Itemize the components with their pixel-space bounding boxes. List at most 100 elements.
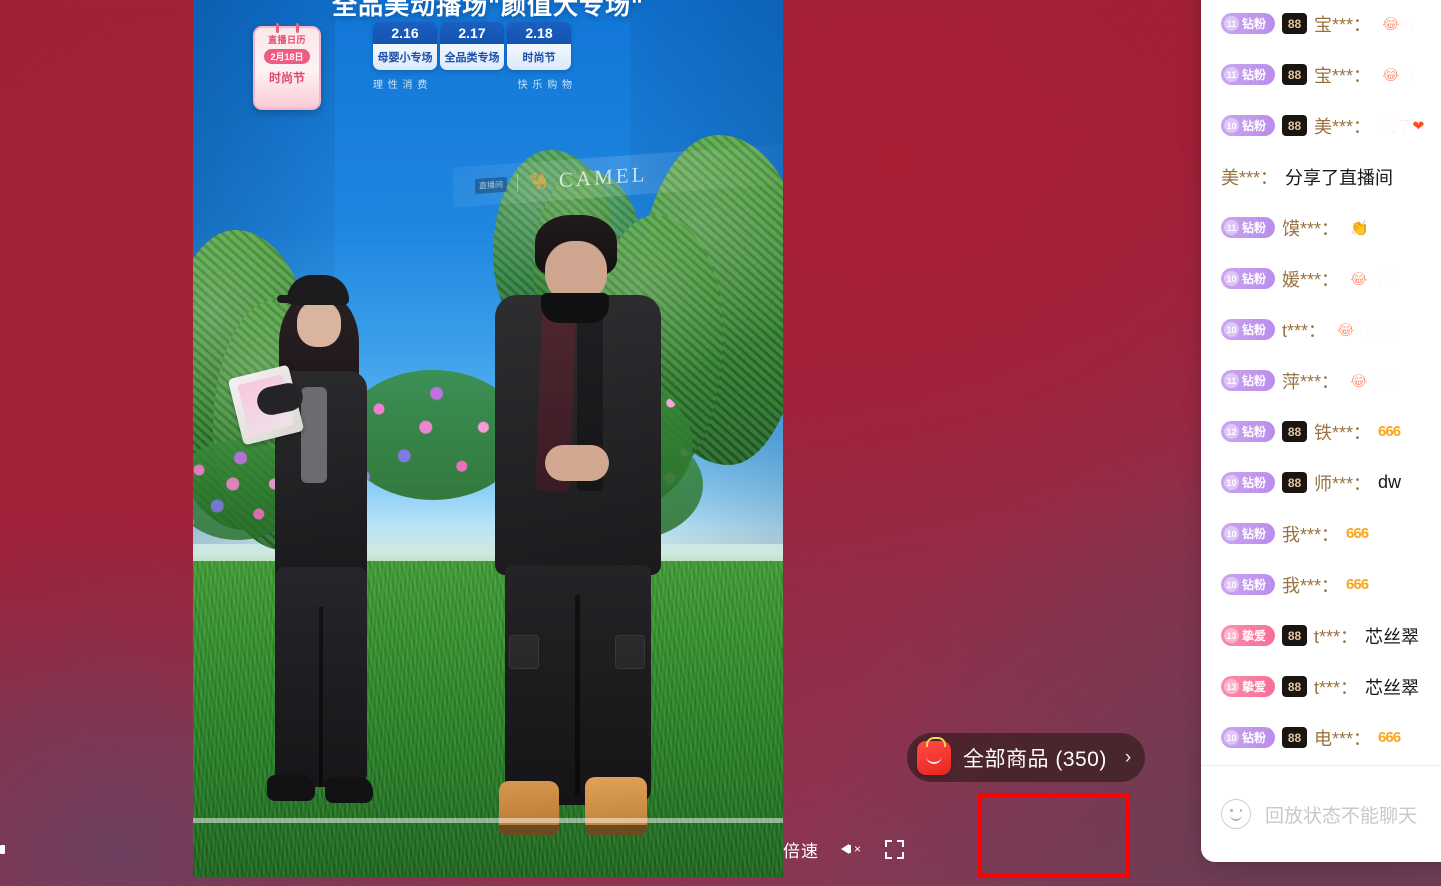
chat-message-row: 10 钻粉 88 美***： 爱了❤ [1221, 100, 1441, 151]
fan-level-number: 10 [1224, 118, 1239, 133]
chat-message-row: 11 钻粉 88 宝***： 😂哈 [1221, 0, 1441, 49]
playback-speed-button[interactable]: 倍速 [783, 837, 819, 862]
chat-username[interactable]: 宝***： [1314, 62, 1371, 88]
fan-level-number: 11 [1224, 373, 1239, 388]
video-seek-progress [193, 818, 783, 823]
live-chat-panel[interactable]: 11 钻粉 88 宝***： 😂哈 11 钻粉 88 宝***： 😂哈 10 钻粉 88 美***： 爱了❤… [1201, 0, 1441, 862]
slogan-left: 理 性 消 费 [373, 80, 429, 91]
chat-username[interactable]: 铁***： [1314, 419, 1371, 445]
schedule-name: 时尚节 [507, 44, 571, 70]
chat-message-list[interactable]: 11 钻粉 88 宝***： 😂哈 11 钻粉 88 宝***： 😂哈 10 钻粉 88 美***： 爱了❤… [1201, 0, 1441, 765]
fan-badge-label: 钻粉 [1242, 527, 1267, 541]
fullscreen-icon[interactable] [885, 839, 904, 859]
chat-message-text: 分享了直播间 [1285, 167, 1394, 188]
chat-username[interactable]: 美***： [1314, 113, 1371, 139]
schedule-date: 2.17 [440, 22, 504, 44]
vip-88-badge: 88 [1282, 472, 1308, 493]
fan-badge-label: 钻粉 [1242, 425, 1267, 439]
chat-message-text: 666 [1346, 576, 1369, 593]
calendar-rings-icon [255, 23, 319, 33]
chat-username[interactable]: 电***： [1314, 725, 1371, 751]
fan-badge-label: 钻粉 [1242, 68, 1267, 82]
stage-headline: 全品美动播场"颜值大专场" [332, 0, 644, 20]
chat-username[interactable]: t***： [1282, 317, 1326, 343]
fan-badge-diamond: 10 钻粉 [1221, 523, 1276, 544]
host-pocket [615, 635, 645, 669]
chat-username[interactable]: 师***： [1314, 470, 1371, 496]
chat-message-text: dw [1378, 472, 1402, 492]
fan-badge-diamond: 11 钻粉 [1221, 64, 1276, 85]
fan-badge-label: 钻粉 [1242, 374, 1267, 388]
fan-badge-diamond: 10 钻粉 [1221, 472, 1276, 493]
chat-message-row: 10 钻粉 88 师***： dw [1221, 457, 1441, 508]
fan-level-number: 10 [1224, 730, 1239, 745]
chat-message-row: 10 钻粉 我***： 666 [1221, 508, 1441, 559]
brand-name: CAMEL [558, 161, 648, 192]
chat-message-row: 11 钻粉 萍***： 😂哈哈 [1221, 355, 1441, 406]
chat-message-text: 😂哈 [1382, 16, 1415, 34]
chat-username[interactable]: 馍***： [1282, 215, 1339, 241]
host-pocket [509, 635, 539, 669]
chat-input-bar[interactable]: 回放状态不能聊天 [1201, 766, 1441, 862]
chat-username[interactable]: 宝***： [1314, 11, 1371, 37]
host-cap [277, 275, 349, 305]
schedule-date: 2.18 [507, 22, 571, 44]
fan-badge-diamond: 10 钻粉 [1221, 115, 1276, 136]
camel-logo-icon: 🐪 [528, 172, 549, 192]
chat-message-text: 666 [1346, 525, 1369, 542]
fan-badge-love: 13 挚爱 [1221, 625, 1276, 646]
chat-message-text: 芯丝翠 [1365, 677, 1420, 698]
fan-badge-diamond: 11 钻粉 [1221, 13, 1276, 34]
chat-message-text: 芯丝翠 [1365, 626, 1420, 647]
fan-badge-diamond: 10 钻粉 [1221, 268, 1276, 289]
all-products-button[interactable]: 全部商品 (350) › [907, 733, 1146, 782]
calendar-date: 2月18日 [264, 49, 310, 64]
fan-badge-label: 钻粉 [1242, 119, 1267, 133]
chat-username[interactable]: 我***： [1282, 572, 1339, 598]
fan-badge-diamond: 10 钻粉 [1221, 727, 1276, 748]
fan-level-number: 10 [1224, 577, 1239, 592]
vip-88-badge: 88 [1282, 676, 1308, 697]
chat-input-placeholder[interactable]: 回放状态不能聊天 [1265, 801, 1417, 828]
schedule-name: 全品类专场 [440, 44, 504, 70]
fan-badge-label: 挚爱 [1242, 680, 1267, 694]
fan-badge-label: 钻粉 [1242, 272, 1267, 286]
all-products-label: 全部商品 (350) [963, 747, 1107, 771]
video-player[interactable]: 直播间 🐪 CAMEL 全品美动播场"颜值大专场" 直播日历 2月18日 时尚节… [193, 0, 783, 877]
fan-level-number: 10 [1224, 322, 1239, 337]
chat-username[interactable]: 我***： [1282, 521, 1339, 547]
vip-88-badge: 88 [1282, 727, 1308, 748]
video-seek-bar[interactable] [193, 818, 783, 823]
volume-muted-icon[interactable]: × [841, 840, 863, 858]
vip-88-badge: 88 [1282, 13, 1308, 34]
chat-username[interactable]: 媛***： [1282, 266, 1339, 292]
fan-badge-label: 钻粉 [1242, 17, 1267, 31]
chat-message-text: 爱了❤ [1382, 118, 1425, 136]
chat-username[interactable]: t***： [1314, 674, 1358, 700]
chat-username[interactable]: 萍***： [1282, 368, 1339, 394]
host-person-male [473, 215, 683, 840]
schedule-item: 2.17 全品类专场 [440, 22, 504, 70]
schedule-list: 2.16 母婴小专场 2.17 全品类专场 2.18 时尚节 [373, 22, 571, 70]
calendar-label: 时尚节 [268, 71, 305, 85]
chat-username[interactable]: t***： [1314, 623, 1358, 649]
fan-badge-diamond: 11 钻粉 [1221, 217, 1276, 238]
chat-username[interactable]: 美***： [1221, 164, 1278, 190]
fan-badge-diamond: 10 钻粉 [1221, 319, 1276, 340]
fan-badge-label: 钻粉 [1242, 578, 1267, 592]
chat-message-row: 13 挚爱 88 t***： 芯丝翠 [1221, 610, 1441, 661]
brand-divider [517, 173, 518, 193]
fan-badge-diamond: 12 钻粉 [1221, 421, 1276, 442]
host-hands-blurred [545, 445, 609, 481]
chat-message-text: 😂哈哈 [1350, 373, 1398, 391]
vip-88-badge: 88 [1282, 115, 1308, 136]
smiley-icon[interactable] [1221, 799, 1251, 829]
host-shoe [267, 775, 315, 801]
chat-message-text: 😂哈哈 [1350, 271, 1398, 289]
chat-message-row: 11 钻粉 馍***： 👏 [1221, 202, 1441, 253]
schedule-name: 母婴小专场 [373, 44, 437, 70]
chat-message-row: 美***： 分享了直播间 [1221, 151, 1441, 202]
calendar-title: 直播日历 [267, 35, 306, 45]
host-person-female [227, 275, 397, 835]
fan-level-number: 12 [1224, 424, 1239, 439]
